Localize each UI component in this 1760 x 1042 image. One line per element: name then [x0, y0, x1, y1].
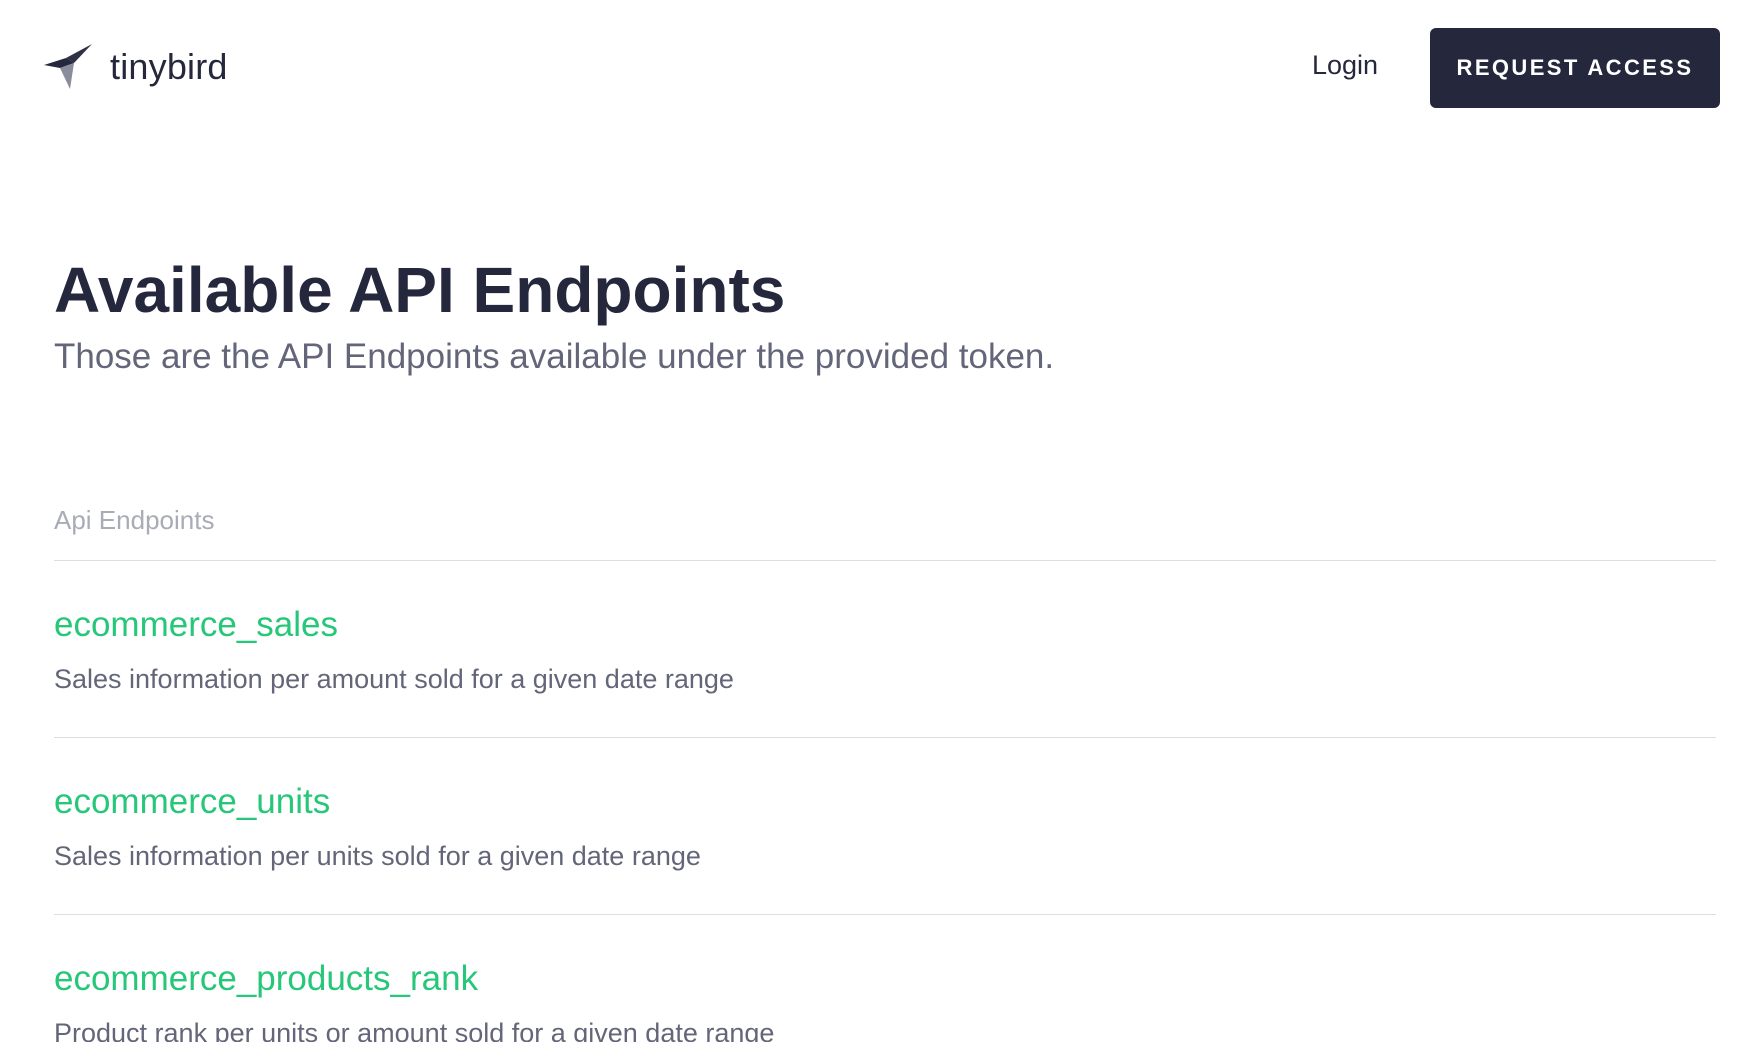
endpoint-description: Sales information per amount sold for a …: [54, 664, 734, 694]
endpoint-item-ecommerce-products-rank[interactable]: ecommerce_products_rank Product rank per…: [54, 915, 1716, 1042]
list-header: Api Endpoints: [54, 500, 1716, 561]
login-link[interactable]: Login: [1312, 50, 1378, 81]
endpoint-item-ecommerce-units[interactable]: ecommerce_units Sales information per un…: [54, 738, 1716, 915]
endpoints-list: Api Endpoints ecommerce_sales Sales info…: [54, 500, 1716, 1042]
endpoint-description: Product rank per units or amount sold fo…: [54, 1018, 775, 1042]
endpoint-name[interactable]: ecommerce_sales: [54, 561, 1716, 647]
request-access-button[interactable]: REQUEST ACCESS: [1430, 28, 1720, 108]
endpoint-description: Sales information per units sold for a g…: [54, 841, 701, 871]
brand-home-link[interactable]: tinybird: [44, 42, 228, 92]
page: tinybird Login REQUEST ACCESS Available …: [0, 0, 1760, 1042]
endpoint-name[interactable]: ecommerce_products_rank: [54, 915, 1716, 1001]
endpoint-item-ecommerce-sales[interactable]: ecommerce_sales Sales information per am…: [54, 561, 1716, 738]
hero-section: Available API Endpoints Those are the AP…: [54, 250, 1714, 382]
brand-name: tinybird: [110, 46, 228, 87]
page-title: Available API Endpoints: [54, 254, 786, 326]
tinybird-logo-icon: [44, 42, 94, 92]
page-subtitle: Those are the API Endpoints available un…: [54, 337, 1055, 376]
endpoint-name[interactable]: ecommerce_units: [54, 738, 1716, 824]
top-navbar: tinybird Login REQUEST ACCESS: [0, 0, 1760, 136]
